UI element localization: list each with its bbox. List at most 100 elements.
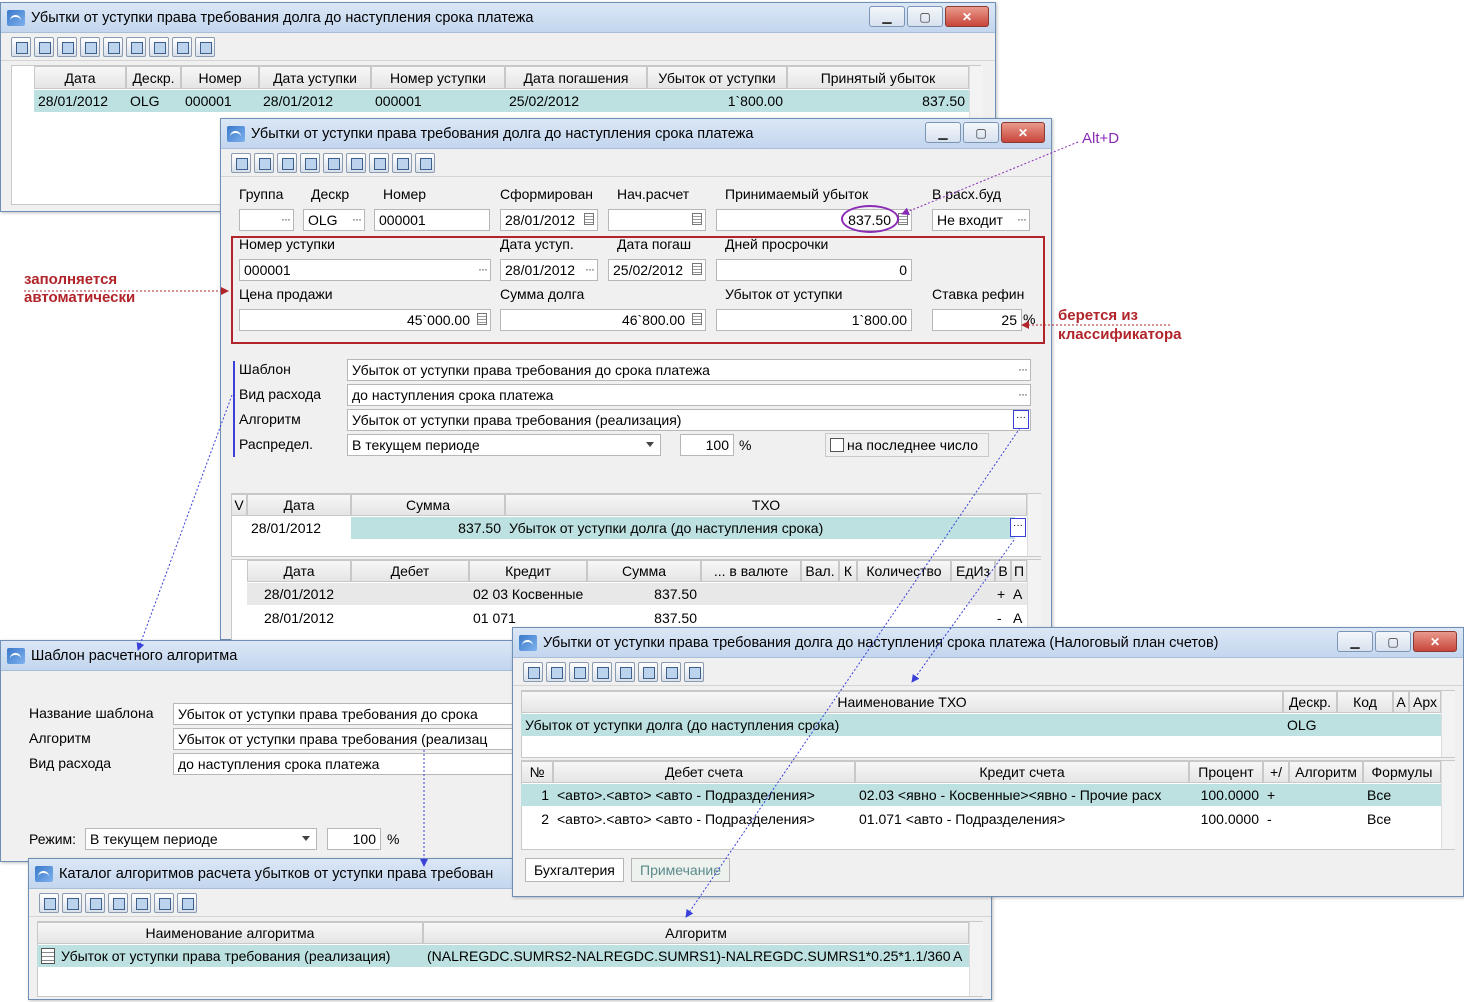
close-button[interactable]: ✕ [1001, 122, 1045, 143]
assign-date-field[interactable]: 28/01/2012 ··· [500, 259, 598, 281]
calculator-icon[interactable] [692, 313, 702, 325]
template-name-field[interactable]: Убыток от уступки права требования до ср… [173, 703, 513, 725]
col-header[interactable]: Дата погашения [505, 66, 647, 89]
overdue-days-field[interactable]: 0 [716, 259, 912, 281]
expense-type-field[interactable]: до наступления срока платежа ··· [347, 384, 1031, 406]
col-header[interactable]: Алгоритм [423, 922, 969, 944]
distrib-select[interactable]: В текущем периоде [347, 434, 661, 456]
cell-txo-name[interactable]: Убыток от уступки долга (до наступления … [505, 517, 1015, 539]
maximize-button[interactable]: ▢ [1375, 631, 1411, 652]
col-header[interactable]: Дата [247, 494, 351, 516]
col-header[interactable]: № [521, 761, 553, 783]
algorithm-browse-button[interactable]: ··· [1013, 410, 1029, 429]
close-button[interactable]: ✕ [945, 6, 989, 27]
print-icon[interactable] [80, 36, 100, 57]
list-icon[interactable] [546, 661, 566, 682]
last-day-checkbox-group[interactable]: на последнее число [825, 433, 989, 457]
export-icon[interactable] [172, 36, 192, 57]
col-header[interactable]: В [995, 560, 1011, 582]
list-icon[interactable] [39, 892, 59, 913]
close-button[interactable]: ✕ [1413, 631, 1457, 652]
col-header[interactable]: ТХО [505, 494, 1027, 516]
col-header[interactable]: Убыток от уступки [647, 66, 787, 89]
filter-icon[interactable] [369, 152, 389, 173]
number-field[interactable]: 000001 [374, 209, 490, 231]
refresh-icon[interactable] [615, 661, 635, 682]
calendar-icon[interactable] [692, 263, 702, 275]
calculator-icon[interactable] [898, 213, 908, 225]
maximize-button[interactable]: ▢ [907, 6, 943, 27]
col-header[interactable]: Дата [34, 66, 126, 89]
col-header[interactable]: Сумма [587, 560, 701, 582]
formed-date-field[interactable]: 28/01/2012 [500, 209, 598, 231]
expense-type-field[interactable]: до наступления срока платежа [173, 753, 513, 775]
edit-icon[interactable] [57, 36, 77, 57]
col-header[interactable]: Номер [181, 66, 259, 89]
export-icon[interactable] [154, 892, 174, 913]
settings-icon[interactable] [195, 36, 215, 57]
col-header[interactable]: Дата [247, 560, 351, 582]
scrollbar[interactable] [1441, 761, 1455, 849]
col-header[interactable]: Алгоритм [1289, 761, 1363, 783]
new-icon[interactable] [11, 36, 31, 57]
col-header[interactable]: Процент [1189, 761, 1263, 783]
mode-select[interactable]: В текущем периоде [85, 828, 317, 850]
col-header[interactable]: Количество [857, 560, 951, 582]
export-icon[interactable] [392, 152, 412, 173]
refresh-icon[interactable] [108, 892, 128, 913]
col-header[interactable]: Дескр. [1283, 691, 1337, 713]
template-field[interactable]: Убыток от уступки права требования до ср… [347, 359, 1031, 381]
calendar-icon[interactable] [584, 213, 594, 225]
document-icon[interactable] [684, 661, 704, 682]
tab-note[interactable]: Примечание [631, 858, 731, 882]
save-icon[interactable] [592, 661, 612, 682]
window-title-bar[interactable]: Убытки от уступки права требования долга… [513, 628, 1463, 658]
copy-icon[interactable] [34, 36, 54, 57]
group-field[interactable]: ··· [239, 209, 294, 231]
assign-loss-field[interactable]: 1`800.00 [716, 309, 912, 331]
window-title-bar[interactable]: Шаблон расчетного алгоритма [1, 641, 521, 671]
col-header[interactable]: Сумма [351, 494, 505, 516]
txo-browse-button[interactable]: ··· [1010, 518, 1026, 537]
save-icon[interactable] [323, 152, 343, 173]
col-header[interactable]: Вал. [801, 560, 839, 582]
print-icon[interactable] [300, 152, 320, 173]
col-header[interactable]: V [231, 494, 247, 516]
col-header[interactable]: ... в валюте [701, 560, 801, 582]
last-day-checkbox[interactable] [830, 438, 844, 452]
col-header[interactable]: Наименование ТХО [521, 691, 1283, 713]
repay-date-field[interactable]: 25/02/2012 [608, 259, 706, 281]
settings-icon[interactable] [415, 152, 435, 173]
sale-price-field[interactable]: 45`000.00 [239, 309, 491, 331]
col-header[interactable]: Кредит [469, 560, 587, 582]
calendar-icon[interactable] [692, 213, 702, 225]
save-icon[interactable] [85, 892, 105, 913]
scrollbar[interactable] [969, 922, 983, 996]
filter-icon[interactable] [149, 36, 169, 57]
import-icon[interactable] [131, 892, 151, 913]
col-header[interactable]: Код [1337, 691, 1393, 713]
refin-rate-field[interactable]: 25 [932, 309, 1022, 331]
debt-sum-field[interactable]: 46`800.00 [500, 309, 706, 331]
new-icon[interactable] [231, 152, 251, 173]
col-header[interactable]: Дебет [351, 560, 469, 582]
export-icon[interactable] [638, 661, 658, 682]
calc-start-field[interactable] [608, 209, 706, 231]
descr-field[interactable]: OLG ··· [303, 209, 365, 231]
col-header[interactable]: +/ [1263, 761, 1289, 783]
save-icon[interactable] [103, 36, 123, 57]
col-header[interactable]: К [839, 560, 857, 582]
copy-icon[interactable] [254, 152, 274, 173]
scrollbar[interactable] [1027, 494, 1041, 556]
refresh-icon[interactable] [346, 152, 366, 173]
maximize-button[interactable]: ▢ [963, 122, 999, 143]
col-header[interactable]: Дебет счета [553, 761, 855, 783]
algorithm-field[interactable]: Убыток от уступки права требования (реал… [173, 728, 513, 750]
minimize-button[interactable]: ▁ [869, 6, 905, 27]
col-header[interactable]: А [1393, 691, 1409, 713]
window-title-bar[interactable]: Убытки от уступки права требования долга… [221, 119, 1051, 149]
tab-accounting[interactable]: Бухгалтерия [525, 858, 624, 882]
future-expense-field[interactable]: Не входит ··· [932, 209, 1030, 231]
col-header[interactable]: П [1011, 560, 1027, 582]
refresh-icon[interactable] [126, 36, 146, 57]
